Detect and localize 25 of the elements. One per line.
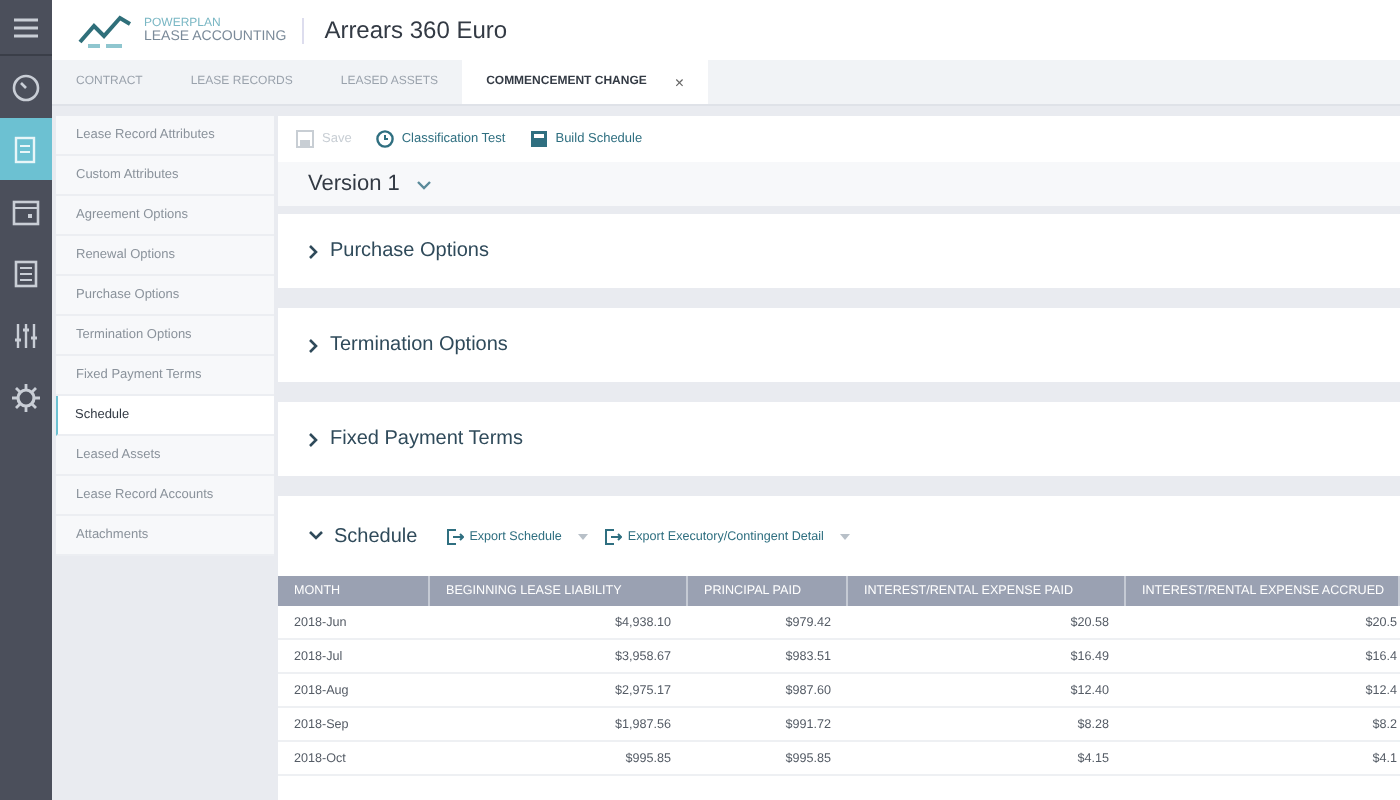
sliders-icon — [12, 321, 40, 349]
clock-icon — [375, 130, 394, 148]
menu-icon — [14, 17, 38, 37]
version-dropdown[interactable]: Version 1 — [308, 172, 400, 196]
section-header[interactable]: Termination Options — [278, 334, 508, 356]
gauge-icon — [12, 73, 40, 101]
chevron-right-icon — [308, 431, 320, 447]
section-header[interactable]: Purchase Options — [278, 240, 489, 262]
export-icon — [445, 527, 464, 545]
chevron-down-icon — [308, 530, 324, 542]
ledger-icon — [14, 259, 38, 287]
settings-icon — [12, 383, 40, 411]
chevron-down-icon[interactable] — [415, 179, 432, 189]
close-icon[interactable]: × — [674, 73, 685, 91]
section-header[interactable]: Fixed Payment Terms — [278, 428, 524, 450]
section-header[interactable]: Schedule — [278, 525, 418, 547]
document-icon — [12, 135, 40, 163]
logo-icon — [76, 10, 136, 50]
chevron-right-icon — [308, 337, 320, 353]
chevron-right-icon — [308, 243, 320, 259]
calendar-icon — [12, 197, 40, 225]
export-icon — [603, 527, 622, 545]
page-title: Arrears 360 Euro — [324, 16, 508, 44]
save-icon — [296, 130, 314, 148]
calculator-icon — [529, 130, 548, 148]
